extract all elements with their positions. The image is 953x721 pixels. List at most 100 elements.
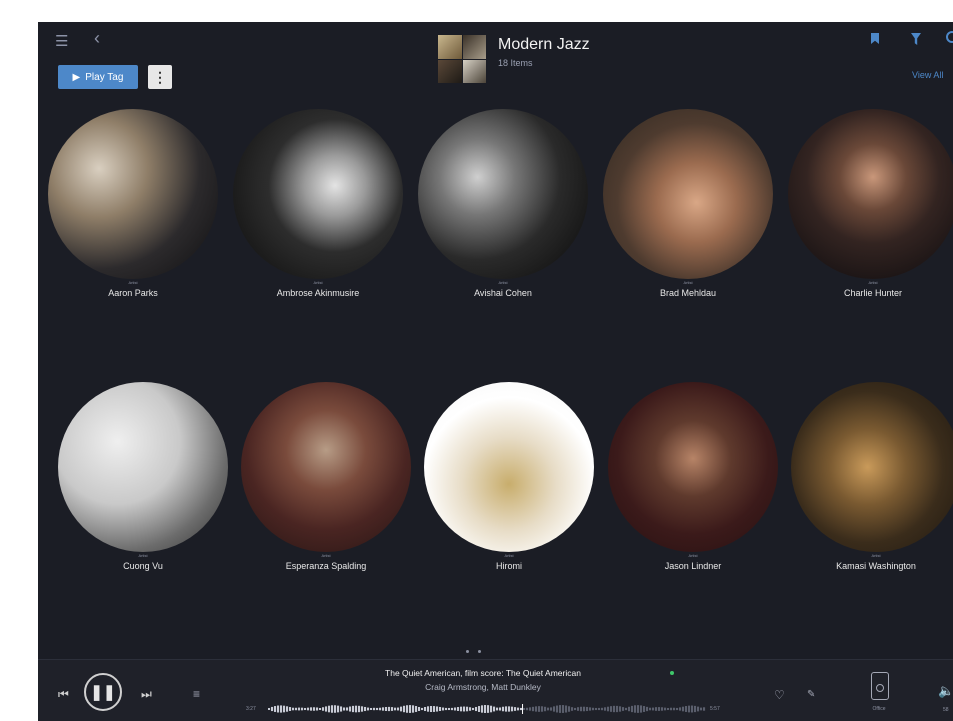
waveform-bar [526, 707, 529, 711]
waveform-bar [583, 706, 586, 712]
seek-waveform[interactable] [268, 704, 706, 714]
waveform-bar [592, 707, 595, 711]
previous-track-icon[interactable]: ⏮ [58, 687, 69, 702]
waveform-bar [487, 705, 490, 713]
zone-speaker-icon[interactable] [871, 672, 889, 700]
track-title[interactable]: The Quiet American, film score: The Quie… [358, 668, 608, 678]
heart-icon[interactable]: ♡ [774, 688, 785, 702]
more-options-button[interactable]: ⋮ [148, 65, 172, 89]
artist-card[interactable]: Artist Charlie Hunter [788, 109, 953, 298]
pencil-icon[interactable]: ✎ [807, 689, 815, 700]
waveform-bar [688, 705, 691, 713]
waveform-bar [430, 705, 433, 713]
artist-role: Artist [504, 553, 514, 558]
waveform-bar [421, 707, 424, 711]
waveform-bar [406, 705, 409, 713]
waveform-bar [361, 706, 364, 712]
waveform-bar [544, 706, 547, 712]
pause-button[interactable]: ❚❚ [84, 673, 122, 711]
artist-role: Artist [128, 280, 138, 285]
waveform-bar [490, 705, 493, 713]
artist-card[interactable]: Artist Esperanza Spalding [241, 382, 411, 571]
play-tag-label: Play Tag [85, 71, 124, 83]
waveform-bar [574, 707, 577, 711]
waveform-bar [682, 706, 685, 712]
page-dot[interactable] [466, 650, 469, 653]
waveform-bar [622, 707, 625, 711]
waveform-bar [271, 706, 274, 712]
artist-photo [603, 109, 773, 279]
waveform-bar [577, 707, 580, 711]
waveform-bar [310, 707, 313, 711]
waveform-bar [580, 706, 583, 712]
artist-role: Artist [321, 553, 331, 558]
waveform-bar [280, 705, 283, 713]
volume-icon[interactable]: 🔈 [938, 683, 953, 699]
zone-label[interactable]: Office [862, 706, 896, 712]
track-artists[interactable]: Craig Armstrong, Matt Dunkley [358, 682, 608, 692]
menu-icon[interactable]: ☰ [55, 34, 68, 49]
waveform-bar [658, 707, 661, 711]
waveform-bar [307, 707, 310, 711]
waveform-bar [328, 705, 331, 713]
roon-app-window: ☰ ‹ ▶ Play Tag ⋮ Modern Jazz 18 Items Vi… [38, 22, 953, 721]
artist-card[interactable]: Artist Cuong Vu [58, 382, 228, 571]
waveform-bar [409, 705, 412, 713]
next-track-icon[interactable]: ⏭ [141, 687, 152, 702]
artist-card[interactable]: Artist Hiromi [424, 382, 594, 571]
waveform-bar [703, 707, 706, 711]
waveform-bar [340, 706, 343, 712]
waveform-bar [700, 707, 703, 711]
waveform-bar [403, 705, 406, 713]
waveform-bar [343, 707, 346, 711]
artist-card[interactable]: Artist Avishai Cohen [418, 109, 588, 298]
waveform-bar [511, 706, 514, 712]
artist-card[interactable]: Artist Jason Lindner [608, 382, 778, 571]
play-tag-button[interactable]: ▶ Play Tag [58, 65, 138, 89]
artist-name: Brad Mehldau [659, 288, 717, 298]
waveform-bar [685, 706, 688, 712]
waveform-bar [412, 705, 415, 713]
waveform-bar [349, 706, 352, 712]
page-dot[interactable] [478, 650, 481, 653]
artist-card[interactable]: Artist Aaron Parks [48, 109, 218, 298]
artist-role: Artist [871, 553, 881, 558]
artist-card[interactable]: Artist Ambrose Akinmusire [233, 109, 403, 298]
waveform-bar [607, 706, 610, 712]
waveform-bar [331, 705, 334, 713]
waveform-bar [286, 706, 289, 712]
play-icon: ▶ [72, 71, 81, 83]
artist-card[interactable]: Artist Brad Mehldau [603, 109, 773, 298]
waveform-bar [631, 705, 634, 713]
artist-photo [788, 109, 953, 279]
artist-name: Cuong Vu [123, 561, 163, 571]
waveform-bar [493, 706, 496, 712]
pause-icon: ❚❚ [90, 684, 116, 701]
filter-icon[interactable] [911, 33, 921, 45]
waveform-bar [397, 707, 400, 711]
waveform-bar [691, 705, 694, 713]
waveform-bar [355, 705, 358, 713]
waveform-bar [547, 707, 550, 711]
search-icon[interactable] [946, 31, 953, 43]
back-icon[interactable]: ‹ [94, 29, 100, 47]
waveform-bar [304, 707, 307, 711]
waveform-bar [679, 707, 682, 711]
waveform-bar [667, 707, 670, 711]
waveform-bar [424, 706, 427, 712]
playhead[interactable] [522, 704, 524, 714]
now-playing-bar: ⏮ ❚❚ ⏭ ≡ The Quiet American, film score:… [38, 659, 953, 721]
artist-name: Charlie Hunter [843, 288, 903, 298]
page-indicator[interactable] [466, 650, 481, 653]
bookmark-icon[interactable] [871, 33, 879, 44]
waveform-bar [481, 705, 484, 713]
artist-card[interactable]: Artist Kamasi Washington [791, 382, 953, 571]
waveform-bar [427, 706, 430, 712]
waveform-bar [454, 707, 457, 711]
waveform-bar [589, 707, 592, 711]
waveform-bar [610, 706, 613, 712]
queue-icon[interactable]: ≡ [193, 687, 200, 701]
waveform-bar [379, 707, 382, 711]
waveform-bar [652, 707, 655, 711]
view-all-link[interactable]: View All [912, 70, 943, 80]
